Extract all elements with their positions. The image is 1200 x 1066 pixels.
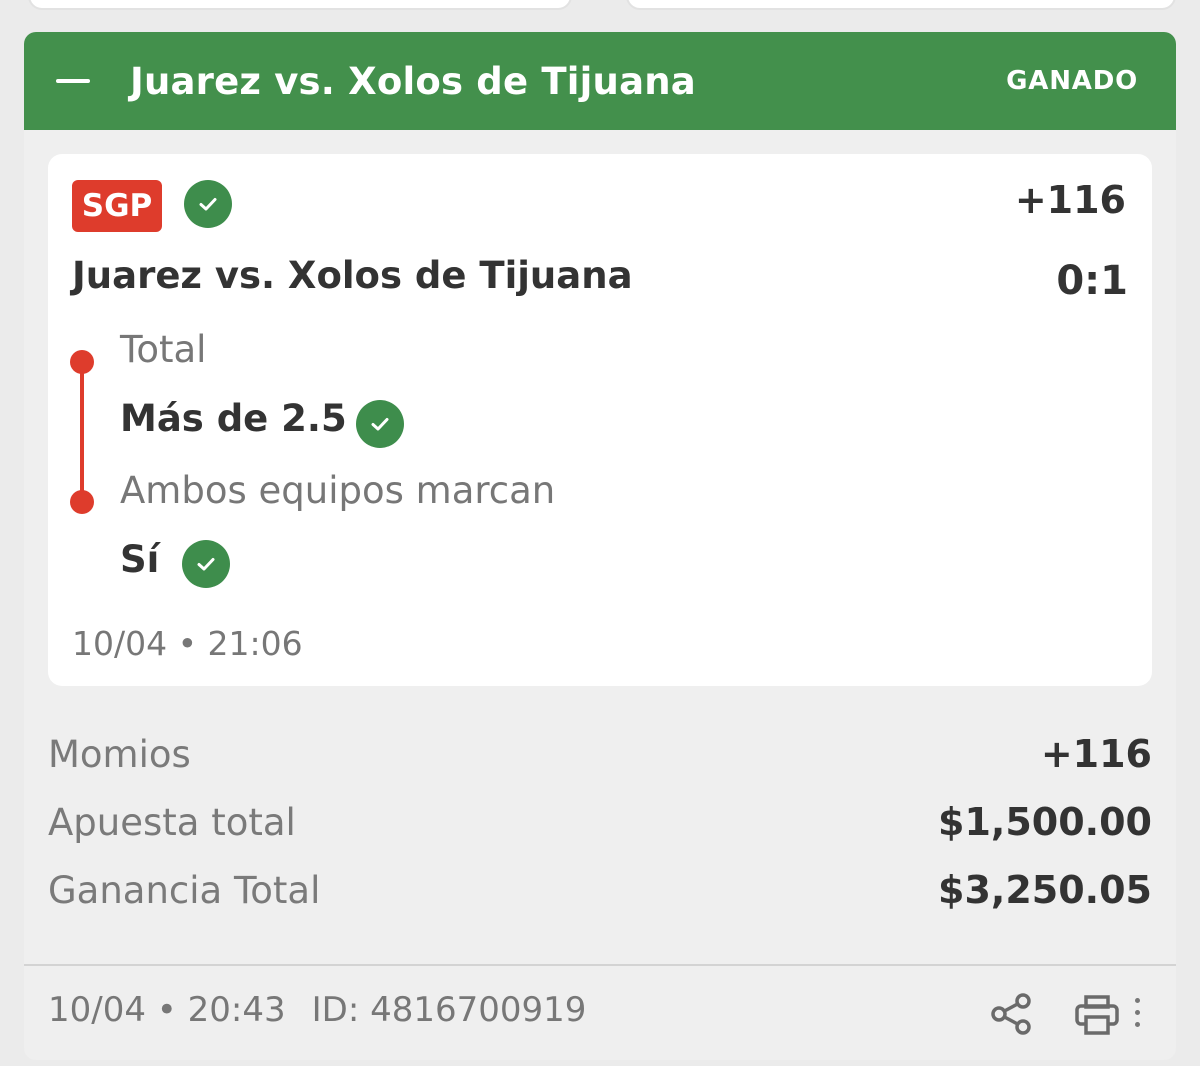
summary-value: $3,250.05 bbox=[938, 868, 1152, 912]
check-circle-icon bbox=[182, 540, 230, 588]
ticket-id: ID: 4816700919 bbox=[311, 990, 587, 1030]
leg-market: Ambos equipos marcan bbox=[120, 469, 556, 512]
leg-selection: Sí bbox=[120, 538, 160, 581]
leg-selection: Más de 2.5 bbox=[120, 397, 347, 440]
sgp-badge: SGP bbox=[72, 180, 162, 232]
ticket-title: Juarez vs. Xolos de Tijuana bbox=[130, 59, 696, 103]
summary-value: $1,500.00 bbox=[938, 800, 1152, 844]
summary-row-stake: Apuesta total $1,500.00 bbox=[48, 800, 1152, 844]
more-vertical-icon[interactable] bbox=[1134, 998, 1142, 1032]
bet-details-card: SGP +116 Juarez vs. Xolos de Tijuana 0:1… bbox=[48, 154, 1152, 686]
summary-value: +116 bbox=[1040, 732, 1152, 776]
leg-dot bbox=[70, 350, 94, 374]
leg-dot bbox=[70, 490, 94, 514]
share-icon[interactable] bbox=[990, 992, 1034, 1040]
summary-row-odds: Momios +116 bbox=[48, 732, 1152, 776]
check-circle-icon bbox=[184, 180, 232, 228]
ticket-footer-info: 10/04 • 20:43 ID: 4816700919 bbox=[48, 990, 586, 1030]
summary-label: Ganancia Total bbox=[48, 868, 321, 912]
leg-placed-time: 10/04 • 21:06 bbox=[72, 624, 303, 663]
status-badge: GANADO bbox=[1006, 66, 1138, 96]
event-name: Juarez vs. Xolos de Tijuana bbox=[72, 254, 633, 297]
ticket-header[interactable]: Juarez vs. Xolos de Tijuana GANADO bbox=[24, 32, 1176, 130]
final-score: 0:1 bbox=[1056, 258, 1128, 304]
bet-ticket: Juarez vs. Xolos de Tijuana GANADO SGP +… bbox=[24, 32, 1176, 1060]
leg-market: Total bbox=[120, 328, 207, 371]
summary-label: Momios bbox=[48, 732, 191, 776]
legs-connector-line bbox=[80, 362, 84, 502]
check-circle-icon bbox=[356, 400, 404, 448]
ticket-datetime: 10/04 • 20:43 bbox=[48, 990, 286, 1030]
collapse-minus-icon[interactable] bbox=[56, 79, 90, 83]
previous-ticket-card-right bbox=[626, 0, 1176, 10]
bet-odds: +116 bbox=[1014, 178, 1126, 222]
print-icon[interactable] bbox=[1074, 992, 1120, 1042]
summary-label: Apuesta total bbox=[48, 800, 296, 844]
summary-row-payout: Ganancia Total $3,250.05 bbox=[48, 868, 1152, 912]
footer-divider bbox=[24, 964, 1176, 966]
previous-ticket-card bbox=[28, 0, 572, 10]
